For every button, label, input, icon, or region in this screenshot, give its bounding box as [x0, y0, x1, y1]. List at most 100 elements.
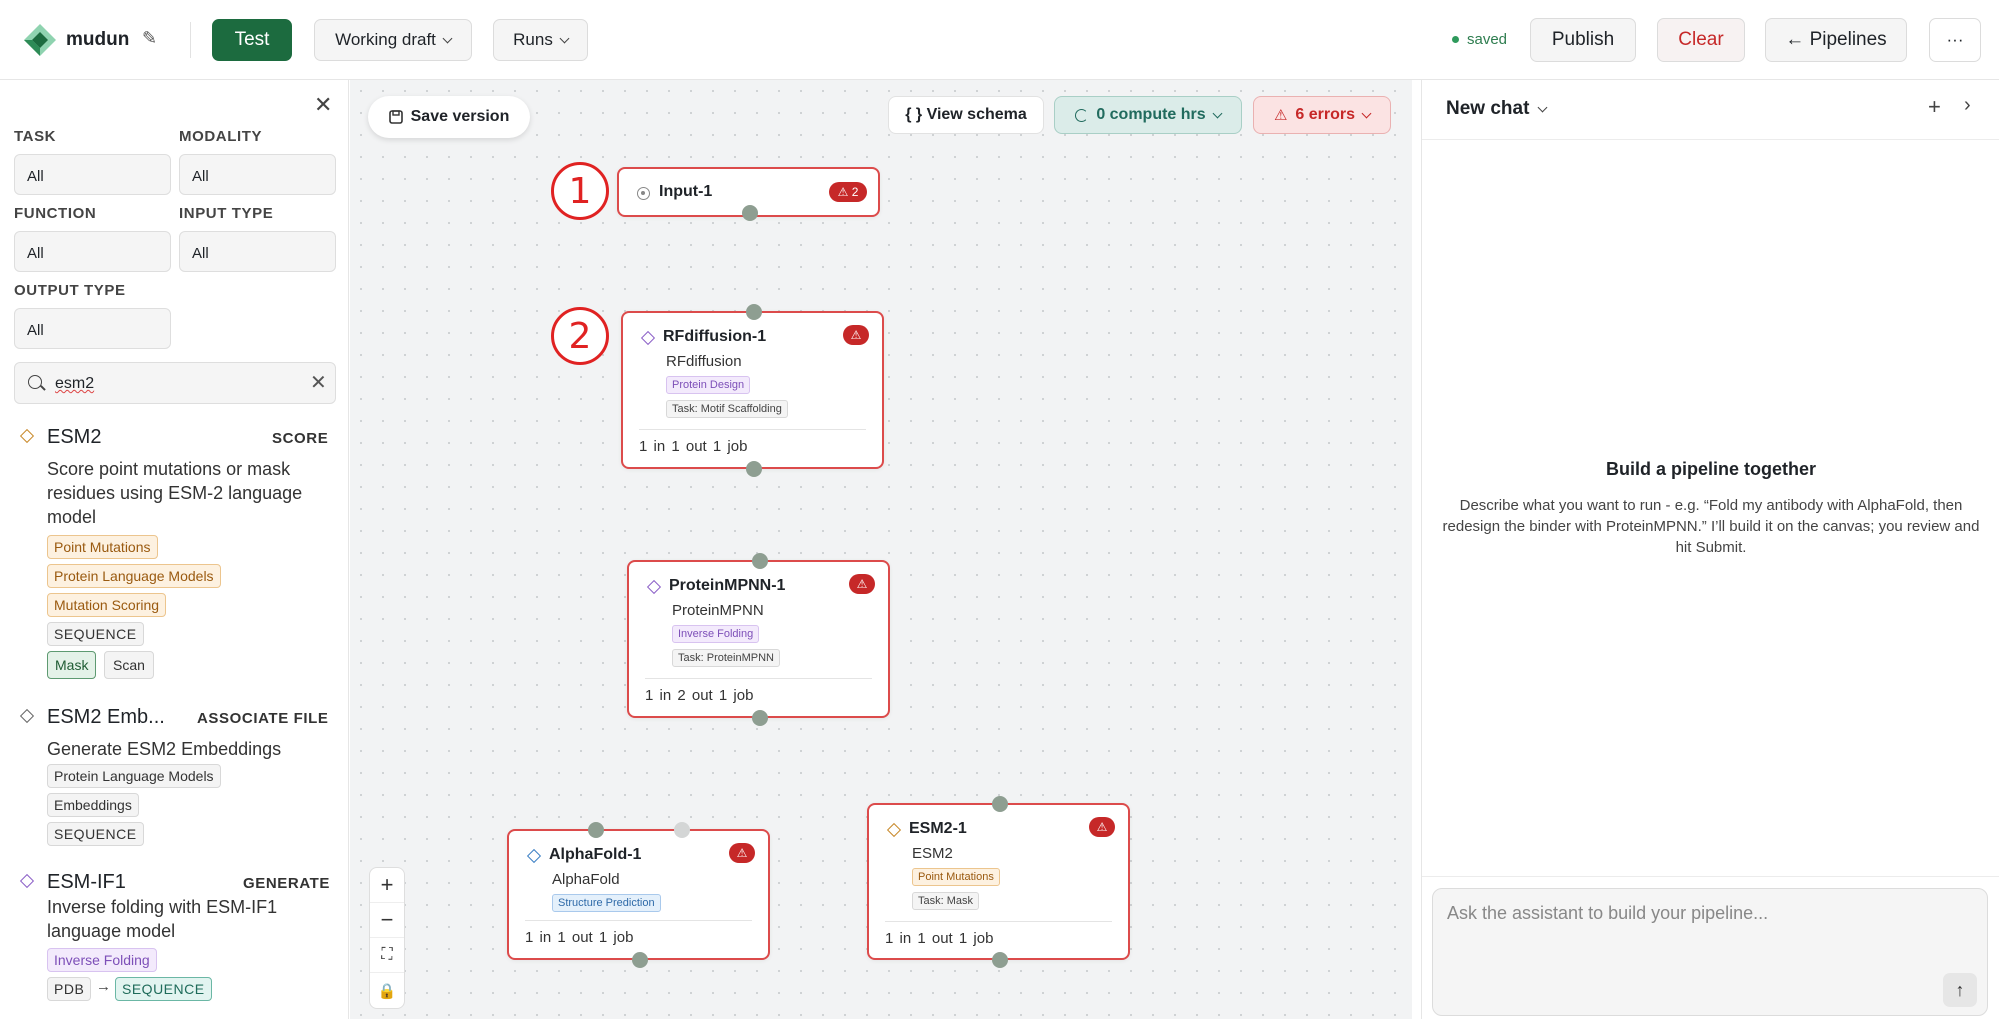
version-dropdown[interactable]: Working draft	[314, 19, 472, 61]
node-subtitle: ProteinMPNN	[672, 602, 764, 619]
node-subtitle: AlphaFold	[552, 871, 620, 888]
output-port[interactable]	[742, 205, 758, 221]
node-rfdiffusion-1[interactable]: RFdiffusion-1 ⚠ RFdiffusion Protein Desi…	[621, 304, 884, 477]
input-type-filter-select[interactable]: All	[179, 231, 336, 272]
tag-sequence: SEQUENCE	[47, 822, 144, 846]
clear-search-icon[interactable]: ✕	[310, 370, 327, 395]
tag-mutation-scoring: Mutation Scoring	[47, 593, 167, 617]
modality-filter-select[interactable]: All	[179, 154, 336, 195]
warning-icon: ⚠	[1273, 107, 1288, 124]
node-subtitle: ESM2	[912, 845, 953, 862]
gauge-icon	[1075, 108, 1089, 122]
node-esm2-1[interactable]: ESM2-1 ⚠ ESM2 Point Mutations Task: Mask…	[867, 796, 1130, 968]
chevron-down-icon	[442, 33, 453, 43]
node-title: ProteinMPNN-1	[669, 577, 786, 594]
collapse-panel-icon[interactable]: ›	[1964, 94, 1971, 117]
clear-button[interactable]: Clear	[1657, 18, 1745, 62]
tool-diamond-icon	[640, 330, 656, 346]
node-tag: Structure Prediction	[552, 894, 661, 912]
input-type-filter-label: INPUT TYPE	[179, 205, 274, 222]
search-input[interactable]: esm2 ✕	[14, 362, 336, 404]
tag-point-mutations: Point Mutations	[47, 535, 158, 559]
arrow-right-icon: →	[96, 978, 111, 995]
pipeline-canvas[interactable]: Save version { } View schema 0 compute h…	[350, 80, 1412, 1019]
result-description: Inverse folding with ESM-IF1 language mo…	[47, 897, 278, 941]
node-tag: Protein Design	[666, 376, 751, 394]
empty-state-title: Build a pipeline together	[1605, 459, 1816, 479]
chat-input[interactable]: Ask the assistant to build your pipeline…	[1432, 888, 1988, 1016]
result-description: Generate ESM2 Embeddings	[47, 739, 282, 759]
tag-sequence: SEQUENCE	[47, 622, 144, 646]
warning-badge[interactable]: ⚠	[1089, 817, 1115, 837]
zoom-in-icon[interactable]: +	[370, 868, 404, 903]
result-title[interactable]: ESM2	[47, 426, 101, 449]
tag-protein-language-models: Protein Language Models	[47, 564, 221, 588]
chat-input-placeholder: Ask the assistant to build your pipeline…	[1447, 903, 1769, 923]
output-port[interactable]	[632, 952, 648, 968]
save-icon	[388, 110, 403, 124]
function-filter-label: FUNCTION	[14, 205, 97, 222]
radio-input-icon	[637, 187, 650, 200]
mode-scan-button[interactable]: Scan	[104, 651, 154, 679]
output-port[interactable]	[746, 461, 762, 477]
node-footer: 1 in 1 out 1 job	[885, 930, 994, 947]
tag-protein-language-models: Protein Language Models	[47, 764, 221, 788]
input-port[interactable]	[674, 822, 690, 838]
edit-name-icon[interactable]: ✎	[142, 28, 157, 49]
chevron-down-icon	[1537, 102, 1548, 112]
divider	[639, 429, 866, 430]
input-port[interactable]	[992, 796, 1008, 812]
node-tag: Point Mutations	[912, 868, 1000, 886]
more-menu-button[interactable]: ···	[1929, 18, 1981, 62]
compute-hours-dropdown[interactable]: 0 compute hrs	[1054, 96, 1242, 134]
view-schema-button[interactable]: { } View schema	[888, 96, 1044, 134]
node-input-1[interactable]: Input-1 ⚠ 2	[617, 167, 880, 221]
warning-badge[interactable]: ⚠	[843, 325, 869, 345]
tag-pdb: PDB	[47, 977, 92, 1001]
zoom-out-icon[interactable]: −	[370, 903, 404, 938]
result-title[interactable]: ESM-IF1	[47, 871, 126, 894]
empty-state-description: Describe what you want to run - e.g. “Fo…	[1442, 497, 1980, 556]
warning-badge[interactable]: ⚠	[849, 574, 875, 594]
close-icon[interactable]: ✕	[314, 92, 332, 118]
errors-dropdown[interactable]: ⚠ 6 errors	[1253, 96, 1391, 134]
node-alphafold-1[interactable]: AlphaFold-1 ⚠ AlphaFold Structure Predic…	[507, 822, 770, 968]
result-title[interactable]: ESM2 Emb...	[47, 706, 165, 729]
mode-mask-button[interactable]: Mask	[47, 651, 97, 679]
node-tag: Inverse Folding	[672, 625, 760, 643]
node-title: ESM2-1	[909, 820, 967, 837]
node-proteinmpnn-1[interactable]: ProteinMPNN-1 ⚠ ProteinMPNN Inverse Fold…	[627, 553, 890, 726]
output-type-filter-select[interactable]: All	[14, 308, 171, 349]
function-filter-select[interactable]: All	[14, 231, 171, 272]
fit-view-icon[interactable]: ⛶	[370, 938, 404, 973]
node-subtitle: RFdiffusion	[666, 353, 742, 370]
input-port[interactable]	[588, 822, 604, 838]
result-kind: SCORE	[272, 430, 329, 447]
test-button[interactable]: Test	[212, 19, 292, 61]
lock-icon[interactable]: 🔒	[370, 973, 404, 1008]
assistant-chat-panel: New chat + › Build a pipeline together D…	[1421, 80, 1999, 1019]
node-title: AlphaFold-1	[549, 846, 642, 863]
divider	[525, 920, 752, 921]
send-icon[interactable]: ↑	[1943, 973, 1977, 1007]
divider	[1422, 876, 1999, 877]
task-filter-select[interactable]: All	[14, 154, 171, 195]
input-port[interactable]	[746, 304, 762, 320]
save-version-button[interactable]: Save version	[368, 96, 530, 138]
warning-badge[interactable]: ⚠ 2	[829, 182, 867, 202]
pipelines-button[interactable]: ← Pipelines	[1765, 18, 1907, 62]
node-task-tag: Task: Motif Scaffolding	[666, 400, 788, 418]
chat-selector[interactable]: New chat	[1446, 98, 1548, 120]
chat-header: New chat + ›	[1422, 80, 1999, 140]
publish-button[interactable]: Publish	[1530, 18, 1636, 62]
input-port[interactable]	[752, 553, 768, 569]
output-port[interactable]	[992, 952, 1008, 968]
warning-badge[interactable]: ⚠	[729, 843, 755, 863]
divider	[645, 678, 872, 679]
chevron-down-icon	[1212, 108, 1223, 118]
annotation-marker: 2	[551, 307, 609, 365]
search-value: esm2	[55, 375, 95, 392]
runs-dropdown[interactable]: Runs	[493, 19, 588, 61]
output-port[interactable]	[752, 710, 768, 726]
new-chat-icon[interactable]: +	[1928, 94, 1941, 120]
